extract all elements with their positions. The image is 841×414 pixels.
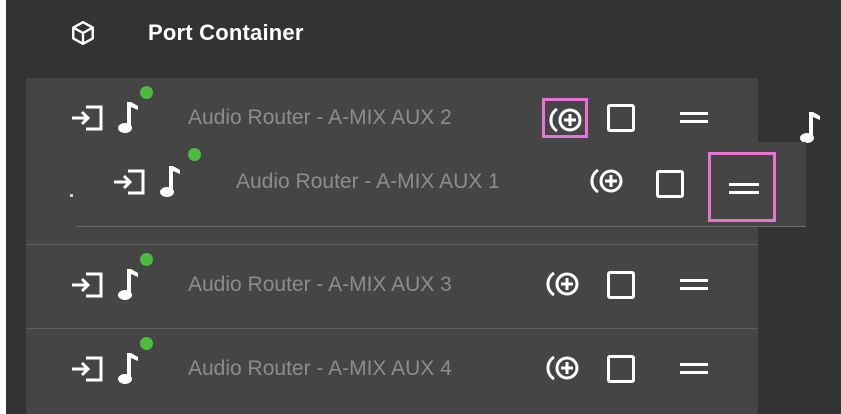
drag-handle-icon [729,179,759,199]
music-note-icon [118,353,138,384]
drag-handle-button[interactable] [708,152,776,222]
add-port-button[interactable] [542,98,588,138]
music-note-icon [118,102,138,133]
placeholder-marker [70,194,73,197]
input-icon [72,105,103,131]
status-dot [140,337,153,350]
add-broadcast-icon [590,168,623,194]
page-title: Port Container [148,20,304,45]
drag-handle-icon[interactable] [678,357,712,383]
status-dot [188,148,201,161]
port-container-panel: Port Container Audio Router - A-MIX AUX … [6,0,841,414]
drag-handle-icon[interactable] [678,106,712,132]
drag-handle-icon[interactable] [678,273,712,299]
add-broadcast-icon [549,107,582,133]
status-dot [140,86,153,99]
port-row[interactable]: Audio Router - A-MIX AUX 4 [26,328,758,411]
dragging-port-row[interactable]: Audio Router - A-MIX AUX 1 [76,142,806,227]
select-checkbox[interactable] [607,271,635,299]
port-name: Audio Router - A-MIX AUX 2 [188,106,452,129]
port-row[interactable]: Audio Router - A-MIX AUX 3 [26,244,758,327]
add-port-button[interactable] [590,166,636,206]
add-port-button[interactable] [542,265,588,305]
add-port-button[interactable] [542,349,588,389]
add-broadcast-icon [546,355,579,381]
input-icon [72,272,103,298]
header: Port Container [6,0,841,74]
select-checkbox[interactable] [607,355,635,383]
music-note-icon [160,166,180,197]
input-icon [114,169,145,195]
cube-icon [72,20,94,46]
port-name: Audio Router - A-MIX AUX 4 [188,357,452,380]
select-checkbox[interactable] [656,170,684,198]
add-broadcast-icon [546,271,579,297]
music-note-icon [118,269,138,300]
input-icon [72,356,103,382]
select-checkbox[interactable] [607,104,635,132]
status-dot [140,253,153,266]
port-name: Audio Router - A-MIX AUX 1 [236,170,500,193]
music-note-icon [800,112,820,143]
port-name: Audio Router - A-MIX AUX 3 [188,273,452,296]
